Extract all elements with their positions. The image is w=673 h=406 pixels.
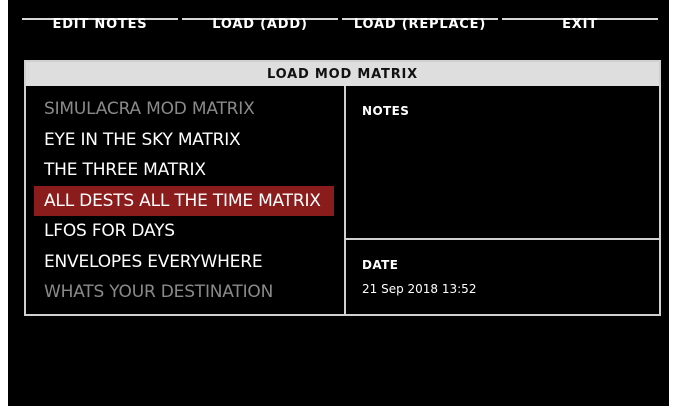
preset-item[interactable]: SIMULACRA MOD MATRIX bbox=[34, 94, 334, 125]
device-screen: EDIT NOTES LOAD (ADD) LOAD (REPLACE) EXI… bbox=[8, 0, 669, 406]
date-value: 21 Sep 2018 13:52 bbox=[362, 282, 477, 296]
top-menu: EDIT NOTES LOAD (ADD) LOAD (REPLACE) EXI… bbox=[22, 0, 662, 42]
preset-item[interactable]: EYE IN THE SKY MATRIX bbox=[34, 125, 334, 156]
notes-label: NOTES bbox=[362, 104, 410, 118]
preset-item[interactable]: WHATS YOUR DESTINATION bbox=[34, 277, 334, 308]
exit-label: EXIT bbox=[562, 17, 598, 32]
edit-notes-label: EDIT NOTES bbox=[52, 17, 148, 32]
exit-button[interactable]: EXIT bbox=[502, 0, 658, 42]
load-replace-label: LOAD (REPLACE) bbox=[353, 17, 487, 32]
notes-pane: NOTES bbox=[346, 86, 659, 238]
date-label: DATE bbox=[362, 258, 399, 272]
preset-item-selected[interactable]: ALL DESTS ALL THE TIME MATRIX bbox=[34, 185, 334, 216]
load-add-label: LOAD (ADD) bbox=[212, 17, 308, 32]
preset-list[interactable]: SIMULACRA MOD MATRIX EYE IN THE SKY MATRI… bbox=[34, 94, 334, 308]
preset-item[interactable]: LFOS FOR DAYS bbox=[34, 216, 334, 247]
preset-item[interactable]: THE THREE MATRIX bbox=[34, 155, 334, 186]
edit-notes-button[interactable]: EDIT NOTES bbox=[22, 0, 178, 42]
preset-list-pane[interactable]: SIMULACRA MOD MATRIX EYE IN THE SKY MATRI… bbox=[26, 86, 344, 314]
preset-item[interactable]: ENVELOPES EVERYWHERE bbox=[34, 247, 334, 278]
load-replace-button[interactable]: LOAD (REPLACE) bbox=[342, 0, 498, 42]
load-add-button[interactable]: LOAD (ADD) bbox=[182, 0, 338, 42]
load-mod-matrix-dialog: LOAD MOD MATRIX SIMULACRA MOD MATRIX EYE … bbox=[24, 60, 661, 316]
date-pane: DATE 21 Sep 2018 13:52 bbox=[346, 240, 659, 314]
dialog-title: LOAD MOD MATRIX bbox=[26, 62, 659, 86]
